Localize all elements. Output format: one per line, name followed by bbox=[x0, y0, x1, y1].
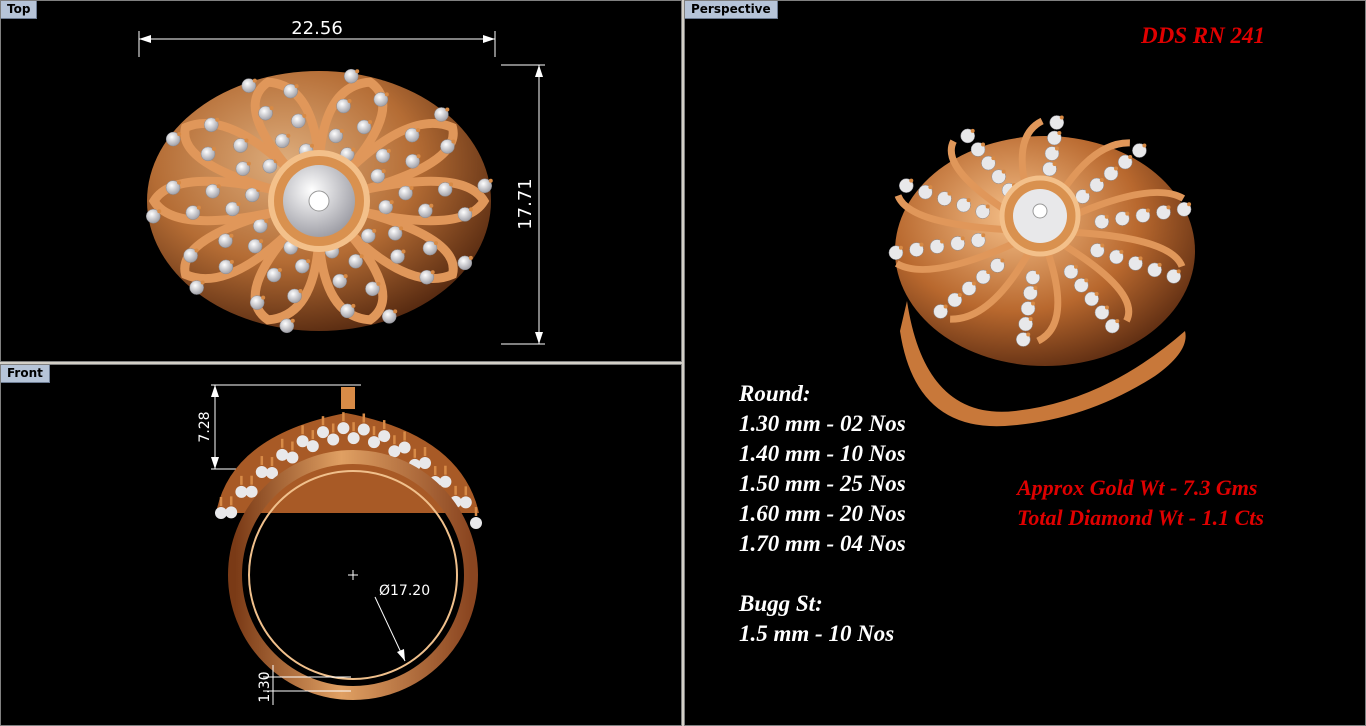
top-view-drawing: 22.56 17.71 bbox=[138, 18, 545, 345]
perspective-viewport[interactable]: Perspective DDS RN 241 Round: 1.30 mm - … bbox=[684, 0, 1366, 726]
round-line: 1.60 mm - 20 Nos bbox=[739, 501, 906, 526]
top-viewport-label[interactable]: Top bbox=[1, 1, 38, 19]
front-viewport[interactable]: Front 7.28 Ø17.20 1.30 bbox=[0, 364, 682, 726]
round-heading: Round: bbox=[739, 381, 811, 406]
top-height-dimension: 17.71 bbox=[515, 178, 536, 230]
front-diameter-dimension: Ø17.20 bbox=[379, 583, 430, 599]
front-viewport-label[interactable]: Front bbox=[1, 365, 50, 383]
round-line: 1.30 mm - 02 Nos bbox=[739, 411, 906, 436]
spec-list: Round: 1.30 mm - 02 Nos 1.40 mm - 10 Nos… bbox=[739, 379, 906, 649]
top-viewport[interactable]: Top 22.56 17.71 bbox=[0, 0, 682, 362]
perspective-viewport-label[interactable]: Perspective bbox=[685, 1, 778, 19]
bugg-heading: Bugg St: bbox=[739, 591, 823, 616]
front-band-dimension: 1.30 bbox=[257, 671, 273, 702]
round-line: 1.70 mm - 04 Nos bbox=[739, 531, 906, 556]
front-view-drawing: 7.28 Ø17.20 1.30 bbox=[197, 384, 482, 705]
round-line: 1.50 mm - 25 Nos bbox=[739, 471, 906, 496]
diamond-weight: Total Diamond Wt - 1.1 Cts bbox=[1017, 505, 1264, 530]
weight-info: Approx Gold Wt - 7.3 Gms Total Diamond W… bbox=[1017, 473, 1264, 533]
round-line: 1.40 mm - 10 Nos bbox=[739, 441, 906, 466]
gold-weight: Approx Gold Wt - 7.3 Gms bbox=[1017, 475, 1258, 500]
front-height-dimension: 7.28 bbox=[197, 411, 213, 442]
top-width-dimension: 22.56 bbox=[291, 18, 343, 39]
bugg-line: 1.5 mm - 10 Nos bbox=[739, 621, 895, 646]
